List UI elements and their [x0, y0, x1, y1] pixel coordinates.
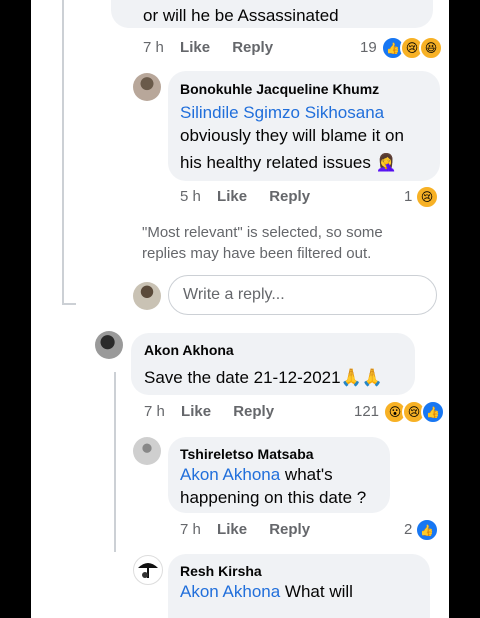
reply-text: Akon Akhona what's: [180, 463, 333, 487]
like-icon: 👍: [415, 518, 439, 542]
reply-time[interactable]: 5 h: [180, 188, 201, 205]
thread-line: [114, 372, 116, 552]
comment-text: Save the date 21-12-2021🙏🙏: [144, 366, 383, 390]
reply-meta: 5 h Like Reply: [180, 188, 328, 205]
mention-link[interactable]: Akon Akhona: [180, 582, 280, 601]
reaction-icons[interactable]: 👍 😢 😆: [381, 36, 443, 60]
reply-author[interactable]: Resh Kirsha: [180, 563, 262, 579]
thread-connector: [62, 303, 76, 305]
reply-text: Silindile Sgimzo Sikhosana: [180, 101, 384, 125]
reaction-count[interactable]: 2: [404, 521, 412, 538]
reply-text: Akon Akhona What will: [180, 580, 353, 604]
reaction-count[interactable]: 19: [360, 39, 377, 56]
reaction-icons[interactable]: 😢: [415, 185, 439, 209]
reply-text: happening on this date ?: [180, 488, 367, 507]
comment-author[interactable]: Akon Akhona: [144, 342, 234, 358]
filter-notice: "Most relevant" is selected, so some rep…: [142, 222, 383, 264]
like-link[interactable]: Like: [217, 188, 247, 205]
reply-link[interactable]: Reply: [232, 39, 273, 56]
reaction-icons[interactable]: 👍: [415, 518, 439, 542]
like-link[interactable]: Like: [217, 521, 247, 538]
user-avatar: [133, 282, 161, 310]
reaction-count[interactable]: 121: [354, 403, 379, 420]
like-icon: 👍: [421, 400, 445, 424]
reaction-icons[interactable]: 😮 😢 👍: [383, 400, 445, 424]
reply-link[interactable]: Reply: [269, 521, 310, 538]
reply-text-body: what's: [280, 465, 333, 484]
reply-text-line: his healthy related issues: [180, 153, 371, 172]
reply-author[interactable]: Tshireletso Matsaba: [180, 446, 314, 462]
pray-emoji: 🙏🙏: [340, 368, 383, 387]
umbrella-avatar-icon: [138, 563, 158, 578]
reply-meta: 7 h Like Reply: [180, 521, 328, 538]
comment-meta: 7 h Like Reply: [144, 403, 292, 420]
mention-link[interactable]: Akon Akhona: [180, 465, 280, 484]
thread-line: [62, 0, 64, 305]
notice-line: replies may have been filtered out.: [142, 245, 372, 262]
reply-link[interactable]: Reply: [233, 403, 274, 420]
comment-time[interactable]: 7 h: [143, 39, 164, 56]
avatar[interactable]: [133, 73, 161, 101]
like-link[interactable]: Like: [180, 39, 210, 56]
mention-link[interactable]: Silindile Sgimzo Sikhosana: [180, 103, 384, 122]
comment-time[interactable]: 7 h: [144, 403, 165, 420]
reply-time[interactable]: 7 h: [180, 521, 201, 538]
reply-text: obviously they will blame it on: [180, 126, 404, 145]
facepalm-emoji: 🤦‍♀️: [375, 153, 397, 172]
avatar[interactable]: [95, 331, 123, 359]
reply-text-body: What will: [280, 582, 353, 601]
reply-link[interactable]: Reply: [269, 188, 310, 205]
comment-text-body: Save the date 21-12-2021: [144, 368, 341, 387]
comment-text: or will he be Assassinated: [143, 6, 339, 25]
comments-screen: or will he be Assassinated 7 h Like Repl…: [31, 0, 449, 618]
like-link[interactable]: Like: [181, 403, 211, 420]
reply-input[interactable]: Write a reply...: [168, 275, 437, 315]
comment-meta: 7 h Like Reply: [143, 39, 291, 56]
reaction-count[interactable]: 1: [404, 188, 412, 205]
reply-author[interactable]: Bonokuhle Jacqueline Khumz: [180, 81, 379, 97]
sad-icon: 😢: [415, 185, 439, 209]
avatar[interactable]: [133, 555, 163, 585]
avatar[interactable]: [133, 437, 161, 465]
reply-text: his healthy related issues 🤦‍♀️: [180, 151, 397, 175]
notice-line: "Most relevant" is selected, so some: [142, 224, 383, 241]
haha-icon: 😆: [419, 36, 443, 60]
